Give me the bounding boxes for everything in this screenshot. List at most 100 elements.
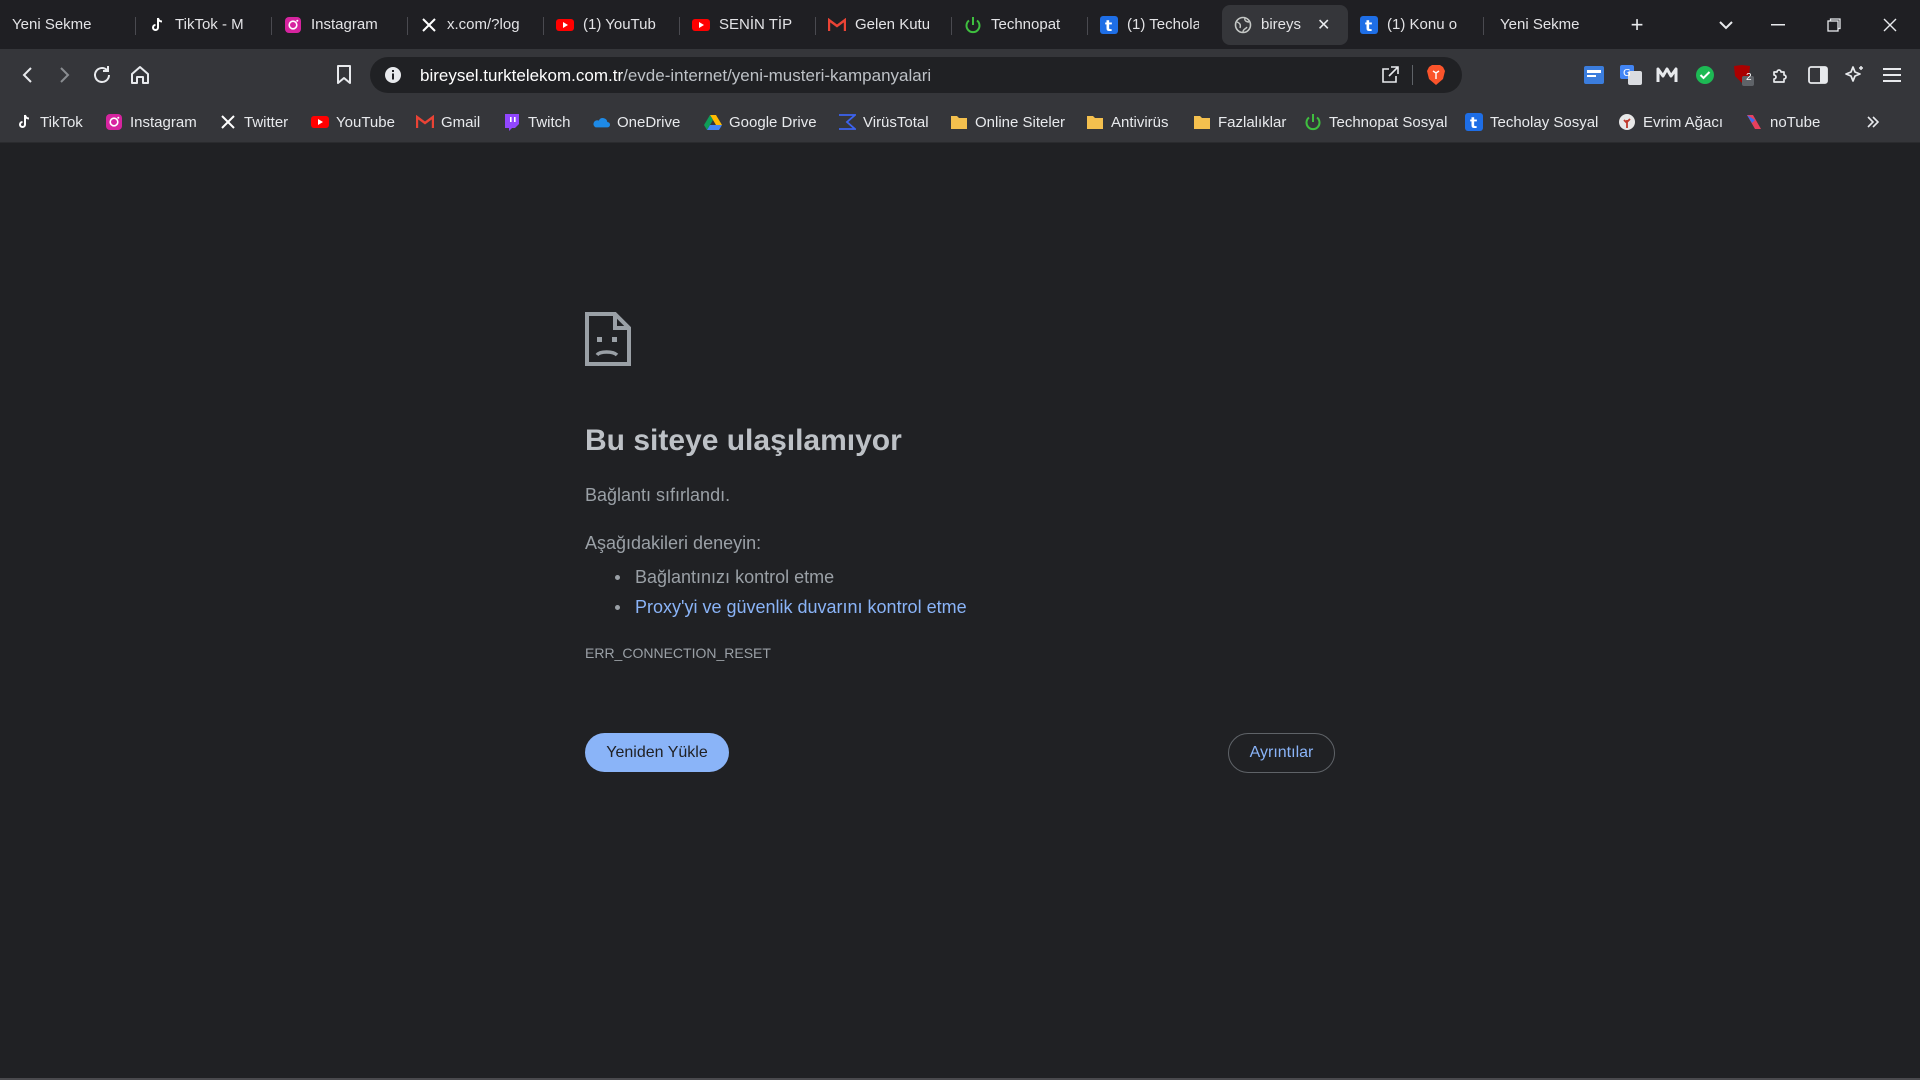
hamburger-menu-icon bbox=[1883, 68, 1901, 82]
tab-yeni-sekme-2[interactable]: Yeni Sekme bbox=[1484, 7, 1616, 43]
x-icon bbox=[219, 113, 237, 131]
virustotal-icon bbox=[838, 113, 856, 131]
tab-yeni-sekme-1[interactable]: Yeni Sekme bbox=[0, 7, 136, 43]
leo-ai-button[interactable] bbox=[1843, 63, 1867, 87]
extension-ublock-icon[interactable]: 2 bbox=[1731, 63, 1755, 87]
bookmark-notube[interactable]: noTube bbox=[1745, 110, 1820, 134]
extensions-menu-button[interactable] bbox=[1769, 63, 1793, 87]
evrim-agaci-icon bbox=[1618, 113, 1636, 131]
bookmark-twitch[interactable]: Twitch bbox=[503, 110, 571, 134]
minimize-icon bbox=[1771, 23, 1785, 25]
try-heading: Aşağıdakileri deneyin: bbox=[585, 533, 762, 553]
ublock-badge: 2 bbox=[1746, 72, 1752, 83]
tab-active-bireysel[interactable]: bireys ✕ bbox=[1222, 4, 1348, 45]
reload-page-button[interactable]: Yeniden Yükle bbox=[585, 733, 729, 772]
site-info-icon[interactable] bbox=[384, 66, 402, 89]
home-button[interactable] bbox=[126, 61, 154, 89]
tab-gmail[interactable]: Gelen Kutu bbox=[816, 7, 952, 43]
tab-title: x.com/?log bbox=[447, 16, 520, 33]
onedrive-icon bbox=[592, 113, 610, 131]
tab-title: Technopat bbox=[991, 16, 1061, 33]
extension-check-icon[interactable] bbox=[1693, 63, 1717, 87]
bookmark-label: Technopat Sosyal bbox=[1329, 113, 1448, 131]
extension-m-icon[interactable] bbox=[1655, 63, 1679, 87]
sidebar-icon bbox=[1808, 66, 1828, 84]
main-menu-button[interactable] bbox=[1880, 63, 1904, 87]
bookmark-folder-fazlaliklar[interactable]: Fazlalıklar bbox=[1193, 110, 1286, 134]
tab-title: SENİN TİPİ bbox=[719, 16, 793, 33]
suggestion-check-connection: Bağlantınızı kontrol etme bbox=[615, 562, 967, 592]
tab-instagram[interactable]: Instagram bbox=[272, 7, 408, 43]
bookmark-instagram[interactable]: Instagram bbox=[105, 110, 197, 134]
tab-techolay[interactable]: t (1) Techola bbox=[1088, 7, 1222, 43]
forward-button[interactable] bbox=[50, 61, 78, 89]
x-icon bbox=[420, 16, 438, 34]
bookmark-label: YouTube bbox=[336, 113, 395, 131]
tab-title: Yeni Sekme bbox=[1500, 16, 1580, 33]
tab-search-dropdown[interactable] bbox=[1698, 0, 1754, 49]
extension-word-icon[interactable] bbox=[1582, 63, 1606, 87]
details-button[interactable]: Ayrıntılar bbox=[1228, 733, 1335, 773]
bookmark-technopat-sosyal[interactable]: Technopat Sosyal bbox=[1304, 110, 1447, 134]
bookmark-folder-antivirus[interactable]: Antivirüs bbox=[1086, 110, 1169, 134]
tab-technopat[interactable]: Technopat bbox=[952, 7, 1088, 43]
bookmark-label: Twitter bbox=[244, 113, 289, 131]
bookmark-label: Evrim Ağacı bbox=[1643, 113, 1724, 131]
twitch-icon bbox=[503, 113, 521, 131]
tab-title: TikTok - M bbox=[175, 16, 244, 33]
close-tab-icon[interactable]: ✕ bbox=[1317, 15, 1330, 35]
bookmark-virustotal[interactable]: VirüsTotal bbox=[838, 110, 929, 134]
sidebar-toggle-button[interactable] bbox=[1806, 63, 1830, 87]
folder-icon bbox=[1086, 113, 1104, 131]
tiktok-icon bbox=[148, 16, 166, 34]
minimize-button[interactable] bbox=[1750, 0, 1806, 49]
more-bookmarks-button[interactable] bbox=[1866, 110, 1880, 134]
bookmark-folder-online-siteler[interactable]: Online Siteler bbox=[950, 110, 1065, 134]
url-path: /evde-internet/yeni-musteri-kampanyalari bbox=[623, 66, 932, 85]
bookmark-evrim-agaci[interactable]: Evrim Ağacı bbox=[1618, 110, 1723, 134]
bookmark-label: Online Siteler bbox=[975, 113, 1066, 131]
arrow-left-icon bbox=[22, 67, 32, 83]
tab-title: (1) Konu o bbox=[1387, 16, 1458, 33]
reload-button[interactable] bbox=[88, 61, 116, 89]
chevron-down-icon bbox=[1719, 20, 1733, 29]
svg-text:t: t bbox=[1470, 114, 1477, 131]
tab-techolay-2[interactable]: t (1) Konu o bbox=[1348, 7, 1484, 43]
bookmarks-bar: TikTok Instagram Twitter YouTube Gmail T… bbox=[0, 101, 1920, 143]
bookmark-techolay-sosyal[interactable]: t Techolay Sosyal bbox=[1465, 110, 1598, 134]
brave-shields-icon[interactable] bbox=[1426, 64, 1446, 91]
svg-text:G: G bbox=[1623, 68, 1631, 79]
address-bar[interactable]: bireysel.turktelekom.com.tr/evde-interne… bbox=[370, 57, 1462, 93]
tab-youtube[interactable]: (1) YouTub bbox=[544, 7, 680, 43]
globe-icon bbox=[1234, 16, 1252, 34]
svg-text:t: t bbox=[1105, 17, 1112, 34]
share-icon[interactable] bbox=[1380, 65, 1400, 90]
sparkle-icon bbox=[1845, 66, 1863, 82]
tab-tiktok[interactable]: TikTok - M bbox=[136, 7, 272, 43]
bookmark-gmail[interactable]: Gmail bbox=[416, 110, 480, 134]
tab-x[interactable]: x.com/?log bbox=[408, 7, 544, 43]
suggestion-check-proxy-link[interactable]: Proxy'yi ve güvenlik duvarını kontrol et… bbox=[615, 592, 967, 622]
bookmark-onedrive[interactable]: OneDrive bbox=[592, 110, 680, 134]
bookmark-page-button[interactable] bbox=[330, 61, 358, 89]
restore-button[interactable] bbox=[1806, 0, 1862, 49]
bookmark-tiktok[interactable]: TikTok bbox=[15, 110, 83, 134]
error-title: Bu siteye ulaşılamıyor bbox=[585, 424, 902, 457]
tab-title: Yeni Sekme bbox=[12, 16, 92, 33]
new-tab-button[interactable]: + bbox=[1620, 12, 1654, 38]
bookmark-youtube[interactable]: YouTube bbox=[311, 110, 395, 134]
youtube-icon bbox=[692, 16, 710, 34]
back-button[interactable] bbox=[14, 61, 42, 89]
bookmark-label: Fazlalıklar bbox=[1218, 113, 1287, 131]
tab-title: (1) Techola bbox=[1127, 16, 1199, 33]
bookmark-twitter[interactable]: Twitter bbox=[219, 110, 288, 134]
tab-title: Instagram bbox=[311, 16, 378, 33]
reload-icon bbox=[94, 66, 110, 83]
bookmark-label: Antivirüs bbox=[1111, 113, 1169, 131]
close-window-button[interactable] bbox=[1862, 0, 1918, 49]
tab-youtube-2[interactable]: SENİN TİPİ bbox=[680, 7, 816, 43]
extension-translate-icon[interactable]: G bbox=[1619, 63, 1643, 87]
omnibox-divider bbox=[1412, 65, 1413, 85]
bookmark-google-drive[interactable]: Google Drive bbox=[704, 110, 817, 134]
tiktok-icon bbox=[15, 113, 33, 131]
